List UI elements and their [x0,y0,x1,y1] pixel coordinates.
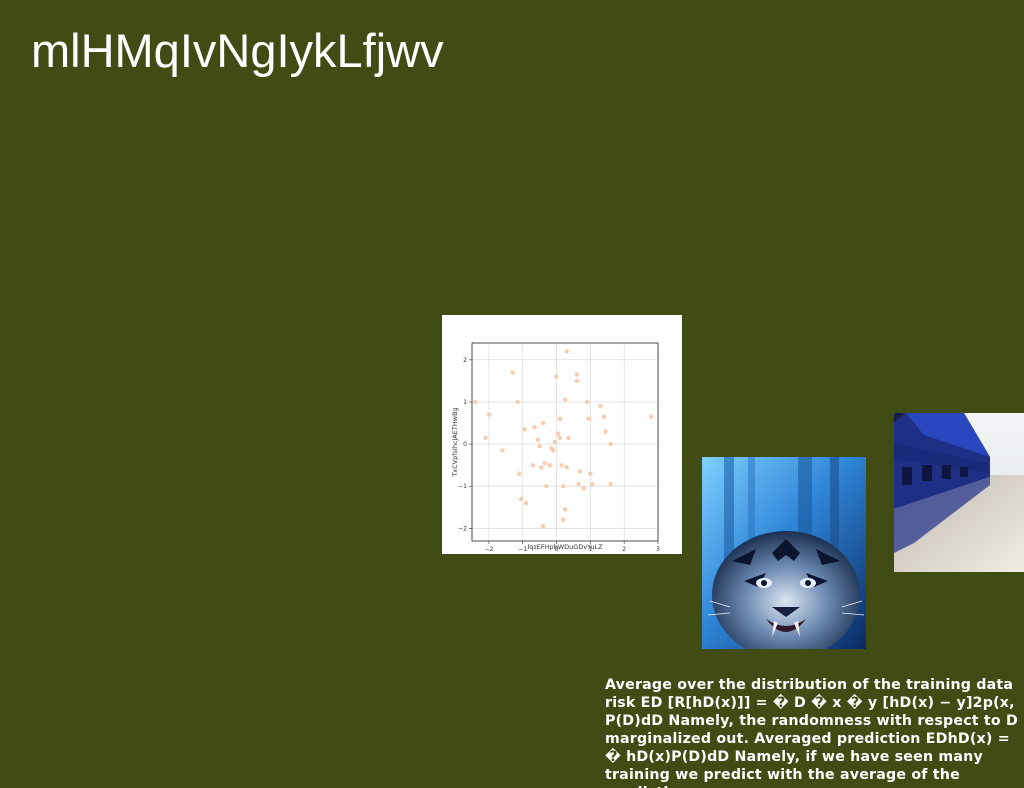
scatter-point [515,399,520,405]
scatter-point [601,414,607,419]
scatter-point [556,431,561,436]
scatter-point [540,524,546,529]
boathouse-photo [894,413,1024,572]
scatter-point [557,435,563,440]
scatter-point [518,496,524,502]
scatter-point [523,500,529,506]
scatter-point [561,484,566,489]
tiger-image [702,457,866,649]
scatter-point [532,425,537,430]
scatter-point [557,416,563,422]
x-tick-label: −2 [484,546,493,553]
x-axis-label: lqzEFHphWDuGDvYuLZ [527,543,603,551]
scatter-point [561,517,566,523]
x-tick-label: −1 [518,546,527,553]
scatter-point [486,412,492,417]
scatter-point [535,437,541,443]
scatter-point [522,427,527,432]
scatter-point [584,399,590,405]
scatter-point [581,486,586,491]
caption-text: Average over the distribution of the tra… [605,677,1018,788]
scatter-point [649,414,654,419]
scatter-point [559,462,564,468]
scatter-point [500,448,505,453]
scatter-point [552,439,558,445]
scatter-point [544,484,549,489]
scatter-point [586,416,591,422]
scatter-point [510,370,515,375]
scatter-point [483,435,488,440]
scatter-point [550,448,556,453]
scatter-point [562,507,568,512]
x-tick-label: 2 [622,546,626,553]
tiger-photo [702,457,866,649]
y-axis-label: TxCVpfsIhcJAETHwBg [451,407,459,477]
scatter-point [530,462,536,468]
scatter-point [537,444,542,449]
y-tick-label: −2 [458,525,467,532]
scatter-point [578,469,583,474]
y-tick-label: 1 [463,399,467,406]
scatter-point [517,471,522,476]
scatter-point [588,471,593,476]
scatter-chart-card: −2 −1 0 1 2 3 −2 −1 0 1 2 lqzEFHphWDuGDvYuLZ TxCVp… [442,315,682,554]
scatter-point [547,462,552,468]
scatter-point [576,481,581,487]
scatter-chart: −2 −1 0 1 2 3−2−1012 lqzEFHphWDuGDvYuLZ TxCVp… [451,342,660,553]
scatter-point [562,397,568,403]
scatter-point [608,481,613,487]
scatter-point [539,465,544,470]
y-tick-label: 0 [463,441,467,448]
scatter-point [608,441,613,447]
boathouse-image [894,413,1024,572]
scatter-point [564,349,569,354]
scatter-point [574,372,580,377]
scatter-point [473,399,478,405]
scatter-point [564,465,569,470]
scatter-point [540,420,546,426]
scatter-point [566,435,571,440]
scatter-point [574,378,580,384]
scatter-point [603,429,608,434]
scatter-point [589,481,595,487]
scatter-point [598,403,603,409]
y-tick-label: 2 [463,357,467,364]
page-title: mlHMqIvNgIykLfjwv [31,24,444,77]
y-tick-label: −1 [458,483,467,490]
x-tick-label: 3 [656,546,660,553]
scatter-point [554,374,559,379]
scatter-point [542,460,547,466]
